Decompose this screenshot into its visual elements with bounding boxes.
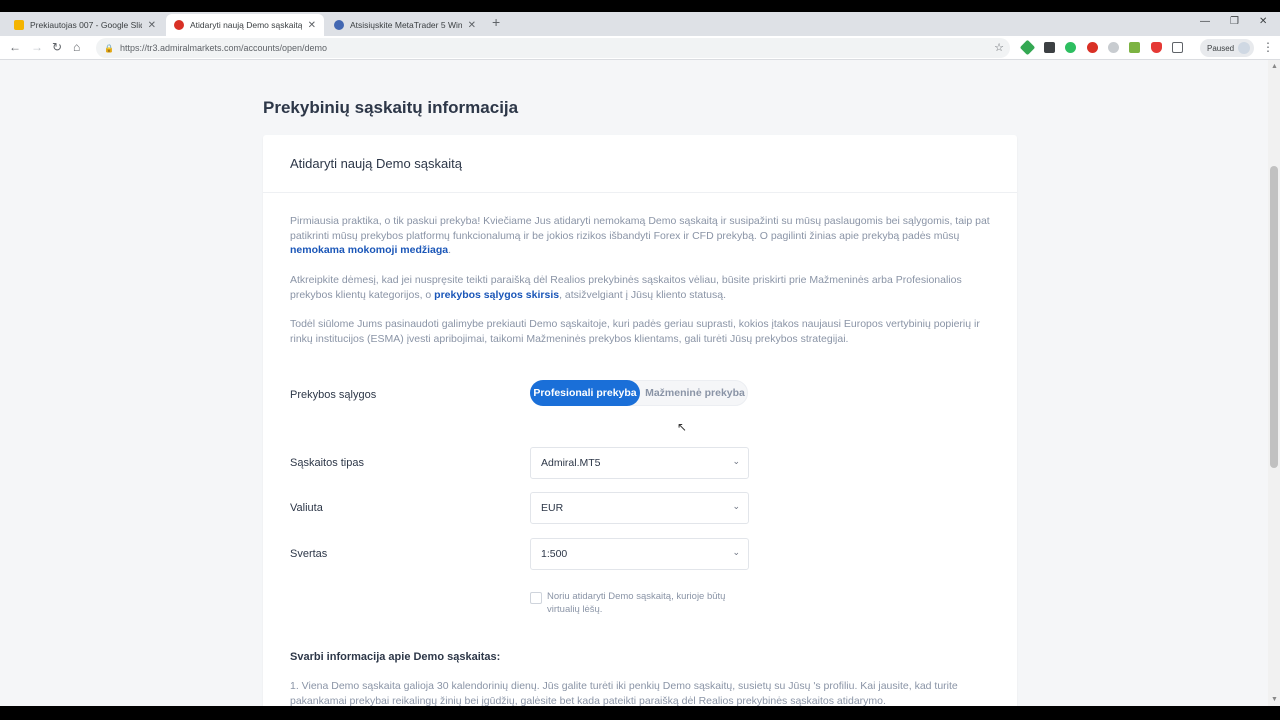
shield-extension-icon[interactable] bbox=[1151, 42, 1162, 53]
extension-grey-icon[interactable] bbox=[1108, 42, 1119, 53]
lock-icon: 🔒 bbox=[104, 43, 114, 53]
currency-select[interactable]: EUR ⌄ bbox=[530, 492, 749, 524]
account-type-select[interactable]: Admiral.MT5 ⌄ bbox=[530, 447, 749, 479]
professional-trading-option[interactable]: Profesionali prekyba bbox=[530, 380, 640, 406]
leverage-select[interactable]: 1:500 ⌄ bbox=[530, 538, 749, 570]
virtual-funds-checkbox[interactable] bbox=[530, 592, 542, 604]
card-title: Atidaryti naują Demo sąskaitą bbox=[290, 156, 462, 171]
pocket-extension-icon[interactable] bbox=[1044, 42, 1055, 53]
scrollbar-thumb[interactable] bbox=[1270, 166, 1278, 468]
tab-title: Atidaryti naują Demo sąskaitą bbox=[190, 20, 302, 30]
trading-conditions-label: Prekybos sąlygos bbox=[290, 389, 377, 401]
chevron-down-icon: ⌄ bbox=[732, 456, 740, 466]
extension-green-icon[interactable] bbox=[1019, 39, 1036, 56]
slides-favicon-icon bbox=[14, 20, 24, 30]
url-text: https://tr3.admiralmarkets.com/accounts/… bbox=[119, 43, 328, 53]
browser-toolbar: ← → ↻ ⌂ 🔒 https://tr3.admiralmarkets.com… bbox=[0, 36, 1280, 60]
browser-tab-metatrader[interactable]: Atsisiųskite MetaTrader 5 Windo... ✕ bbox=[326, 14, 484, 36]
demo-account-card: Atidaryti naują Demo sąskaitą Pirmiausia… bbox=[263, 135, 1017, 706]
menu-kebab-icon[interactable]: ⋮ bbox=[1262, 40, 1274, 54]
browser-tab-strip: Prekiautojas 007 - Google Slides ✕ Atida… bbox=[0, 12, 1280, 36]
intro-paragraph-2: Atkreipkite dėmesį, kad jei nuspręsite t… bbox=[290, 274, 962, 301]
home-icon[interactable]: ⌂ bbox=[73, 40, 80, 54]
account-type-label: Sąskaitos tipas bbox=[290, 457, 364, 469]
profile-button[interactable]: Paused bbox=[1200, 39, 1254, 57]
important-info-title: Svarbi informacija apie Demo sąskaitas: bbox=[290, 651, 501, 663]
page-viewport: Prekybinių sąskaitų informacija Atidaryt… bbox=[0, 60, 1268, 706]
extension-box-icon[interactable] bbox=[1172, 42, 1183, 53]
profile-status: Paused bbox=[1207, 43, 1235, 53]
intro-paragraph-1: Pirmiausia praktika, o tik paskui prekyb… bbox=[290, 215, 990, 257]
chevron-down-icon: ⌄ bbox=[732, 501, 740, 511]
avatar bbox=[1238, 42, 1250, 54]
reload-icon[interactable]: ↻ bbox=[52, 40, 62, 54]
leverage-label: Svertas bbox=[290, 548, 328, 560]
trading-conditions-toggle: Profesionali prekyba Mažmeninė prekyba bbox=[530, 380, 748, 406]
bookmark-star-icon[interactable]: ☆ bbox=[994, 41, 1004, 54]
page-title: Prekybinių sąskaitų informacija bbox=[263, 98, 519, 117]
admiral-favicon-icon bbox=[174, 20, 184, 30]
browser-tab-slides[interactable]: Prekiautojas 007 - Google Slides ✕ bbox=[6, 14, 164, 36]
browser-tab-demo[interactable]: Atidaryti naują Demo sąskaitą ✕ bbox=[166, 14, 324, 36]
intro-paragraph-3: Todėl siūlome Jums pasinaudoti galimybe … bbox=[290, 318, 980, 345]
window-close-icon[interactable]: ✕ bbox=[1259, 16, 1267, 27]
currency-value: EUR bbox=[541, 502, 564, 514]
address-bar[interactable]: 🔒 https://tr3.admiralmarkets.com/account… bbox=[96, 38, 1010, 58]
scroll-up-arrow-icon[interactable]: ▲ bbox=[1271, 63, 1278, 70]
chevron-down-icon: ⌄ bbox=[732, 547, 740, 557]
tab-title: Prekiautojas 007 - Google Slides bbox=[30, 20, 142, 30]
screen-bottom-border bbox=[0, 706, 1280, 720]
account-type-value: Admiral.MT5 bbox=[541, 457, 601, 469]
back-arrow-icon[interactable]: ← bbox=[9, 40, 21, 54]
important-info-item-1: 1. Viena Demo sąskaita galioja 30 kalend… bbox=[290, 680, 958, 706]
evernote-extension-icon[interactable] bbox=[1065, 42, 1076, 53]
screen-top-border bbox=[0, 0, 1280, 12]
retail-trading-option[interactable]: Mažmeninė prekyba bbox=[641, 381, 749, 405]
tab-title: Atsisiųskite MetaTrader 5 Windo... bbox=[350, 20, 462, 30]
page-scrollbar[interactable]: ▲ ▼ bbox=[1268, 60, 1280, 706]
learning-materials-link[interactable]: nemokama mokomoji medžiaga bbox=[290, 244, 448, 256]
restore-icon[interactable]: ❐ bbox=[1230, 16, 1239, 27]
leverage-value: 1:500 bbox=[541, 548, 568, 560]
trading-conditions-link[interactable]: prekybos sąlygos skirsis bbox=[434, 289, 559, 301]
virtual-funds-checkbox-label[interactable]: Noriu atidaryti Demo sąskaitą, kurioje b… bbox=[547, 591, 747, 616]
close-icon[interactable]: ✕ bbox=[308, 20, 316, 31]
currency-label: Valiuta bbox=[290, 502, 323, 514]
mouse-cursor-icon: ↖ bbox=[677, 420, 688, 434]
download-extension-icon[interactable] bbox=[1129, 42, 1140, 53]
new-tab-plus-icon[interactable]: + bbox=[492, 14, 500, 30]
minimize-icon[interactable]: — bbox=[1200, 16, 1210, 27]
adblock-extension-icon[interactable] bbox=[1087, 42, 1098, 53]
forward-arrow-icon[interactable]: → bbox=[31, 40, 43, 54]
close-icon[interactable]: ✕ bbox=[468, 20, 476, 31]
card-header: Atidaryti naują Demo sąskaitą bbox=[263, 135, 1017, 193]
scroll-down-arrow-icon[interactable]: ▼ bbox=[1271, 696, 1278, 703]
close-icon[interactable]: ✕ bbox=[148, 20, 156, 31]
admiral-favicon-icon bbox=[334, 20, 344, 30]
